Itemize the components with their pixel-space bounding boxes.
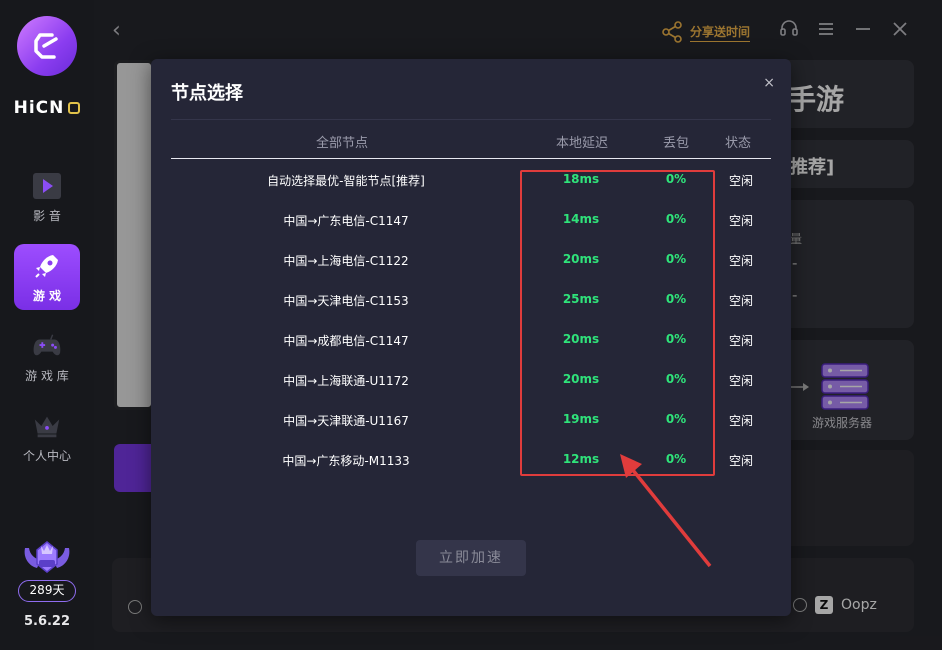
node-name: 自动选择最优-智能节点[推荐] [267, 174, 425, 188]
rocket-icon [32, 251, 62, 281]
header-loss[interactable]: 丢包 [663, 132, 689, 151]
app-logo [17, 16, 77, 76]
logo-icon [34, 33, 58, 59]
node-name: 中国→上海联通-U1172 [283, 374, 409, 388]
sidebar-item-game-library[interactable]: 游 戏 库 [14, 324, 80, 390]
node-name: 中国→广东电信-C1147 [283, 214, 409, 228]
table-header: 全部节点 本地延迟 丢包 状态 [171, 119, 771, 159]
dialog-title: 节点选择 [171, 83, 243, 104]
node-status: 空闲 [728, 334, 753, 348]
vip-badge-icon [18, 540, 76, 576]
node-status: 空闲 [728, 374, 753, 388]
sidebar-item-label: 游 戏 库 [25, 368, 69, 383]
brand-name: HiCN [0, 98, 94, 118]
node-status: 空闲 [728, 294, 753, 308]
sidebar-item-label: 游 戏 [32, 288, 62, 303]
node-status: 空闲 [728, 174, 753, 188]
node-status: 空闲 [728, 214, 753, 228]
sidebar-item-profile[interactable]: 个人中心 [14, 404, 80, 470]
vip-status[interactable]: 289天 [18, 540, 76, 602]
node-status: 空闲 [728, 254, 753, 268]
node-status: 空闲 [728, 454, 753, 468]
header-all-nodes[interactable]: 全部节点 [316, 132, 368, 151]
sidebar-item-label: 个人中心 [22, 448, 71, 463]
node-name: 中国→上海电信-C1122 [283, 254, 409, 268]
brand-text: HiCN [13, 98, 65, 118]
app-version: 5.6.22 [23, 614, 71, 629]
annotation-arrow-icon [620, 454, 712, 568]
sidebar-item-media[interactable]: 影 音 [14, 164, 80, 230]
highlight-box [520, 170, 715, 476]
header-status[interactable]: 状态 [725, 132, 751, 151]
gamepad-icon [32, 331, 62, 361]
vip-days-badge: 289天 [18, 580, 76, 602]
node-name: 中国→天津电信-C1153 [283, 294, 409, 308]
sidebar-item-games[interactable]: 游 戏 [14, 244, 80, 310]
close-icon[interactable]: × [763, 75, 775, 91]
sidebar-item-label: 影 音 [33, 208, 61, 223]
sidebar: HiCN 影 音 游 戏 游 戏 库 个人中心 289天 5.6.22 [0, 0, 94, 650]
header-latency[interactable]: 本地延迟 [556, 132, 608, 151]
accelerate-button[interactable]: 立即加速 [416, 540, 526, 576]
play-icon [32, 171, 62, 201]
node-name: 中国→成都电信-C1147 [283, 334, 409, 348]
brand-badge-icon [68, 102, 81, 114]
node-name: 中国→广东移动-M1133 [282, 454, 410, 468]
crown-icon [32, 411, 62, 441]
node-status: 空闲 [728, 414, 753, 428]
node-name: 中国→天津联通-U1167 [283, 414, 409, 428]
